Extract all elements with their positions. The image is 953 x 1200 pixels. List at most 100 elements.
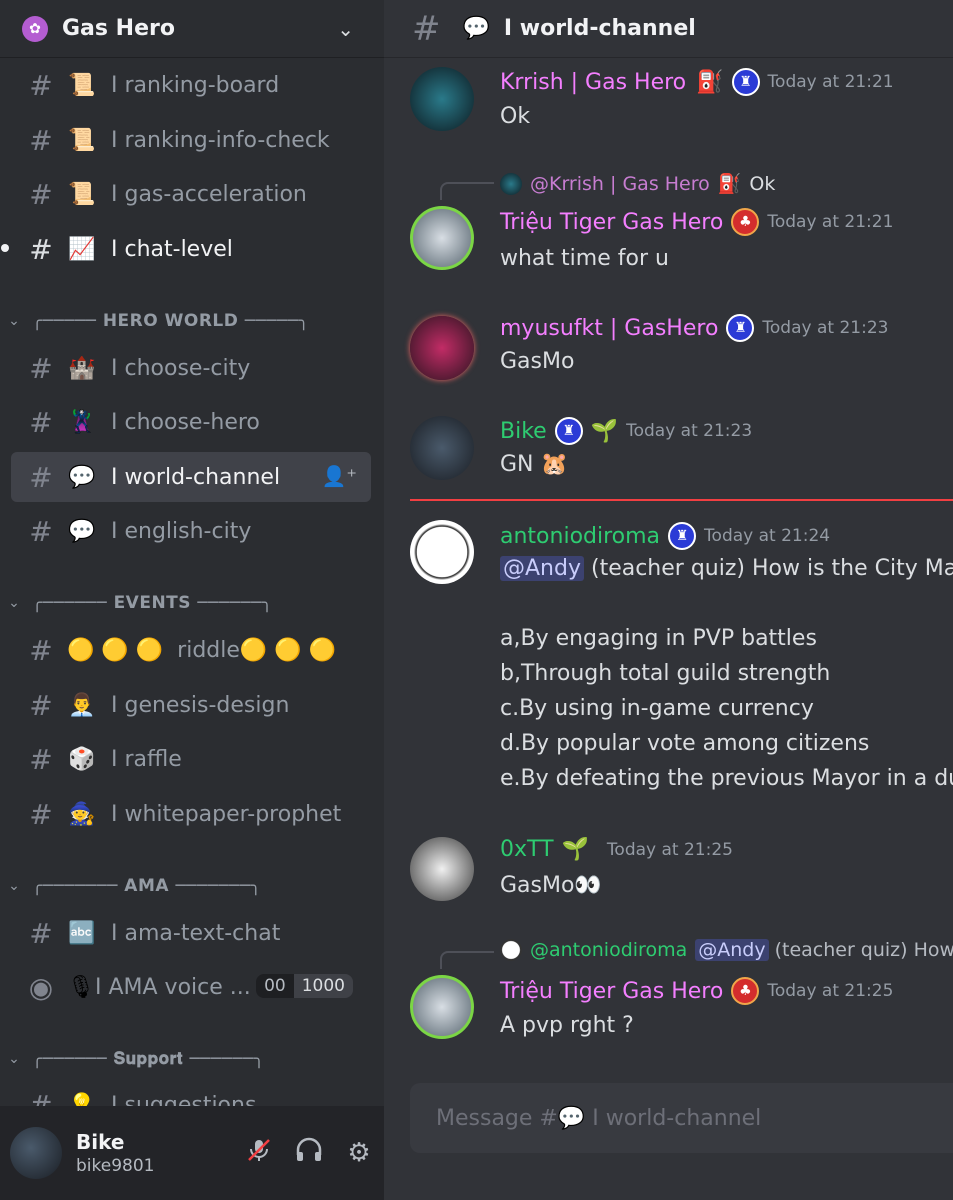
message-author[interactable]: 0xTT — [500, 837, 554, 862]
text-channel-icon: # — [29, 1088, 53, 1107]
reply-preview[interactable]: @antoniodiroma @Andy (teacher quiz) How … — [500, 939, 953, 961]
text-channel-icon: # — [29, 123, 53, 157]
voice-count: 00 — [256, 974, 294, 998]
channel-suggestions[interactable]: # 💡 I suggestions — [11, 1080, 371, 1107]
channel-world-channel[interactable]: # 💬 I world-channel 👤⁺ — [11, 452, 371, 502]
channel-choose-hero[interactable]: # 🦹 I choose-hero — [11, 397, 371, 447]
channel-emoji: 🦹 — [68, 409, 96, 435]
discord-window: ✿ Gas Hero ⌄ # 📜 I ranking-board # 📜 I r… — [0, 0, 953, 1200]
voice-limit: 1000 — [293, 974, 353, 998]
quiz-option: e.By defeating the previous Mayor in a d… — [500, 766, 953, 791]
text-channel-icon: # — [29, 232, 53, 266]
category-events[interactable]: ⌄ ╭────── EVENTS ──────╮ — [0, 589, 384, 617]
message[interactable]: @Krrish | Gas Hero ⛽ Ok Triệu Tiger Gas … — [384, 166, 953, 276]
text-channel-icon: # — [29, 688, 53, 722]
reply-text: Ok — [749, 172, 776, 195]
channel-emoji: 📜 — [68, 127, 96, 153]
message-author[interactable]: Triệu Tiger Gas Hero — [500, 210, 723, 235]
message-list: Krrish | Gas Hero ⛽ ♜ Today at 21:21 Ok … — [384, 58, 953, 1078]
avatar[interactable] — [10, 1127, 62, 1179]
message[interactable]: Krrish | Gas Hero ⛽ ♜ Today at 21:21 Ok — [384, 58, 953, 148]
channel-choose-city[interactable]: # 🏰 I choose-city — [11, 343, 371, 393]
channel-english-city[interactable]: # 💬 I english-city — [11, 506, 371, 556]
message-input[interactable]: Message #💬 I world-channel — [410, 1083, 953, 1153]
author-emoji: 🌱 — [561, 837, 589, 862]
quiz-option: b,Through total guild strength — [500, 661, 831, 686]
message-header: antoniodiroma ♜ Today at 21:24 — [500, 522, 830, 550]
channel-name: I genesis-design — [111, 692, 290, 718]
user-info[interactable]: Bike bike9801 — [76, 1130, 234, 1176]
voice-user-count: 00 1000 — [256, 974, 353, 998]
message-text: GN 🐹 — [500, 452, 568, 477]
text-channel-icon: # — [29, 405, 53, 439]
message[interactable]: @antoniodiroma @Andy (teacher quiz) How … — [384, 935, 953, 1045]
category-name: ╭───── HERO WORLD ─────╮ — [32, 311, 310, 331]
channel-emoji: 💬 — [68, 464, 96, 490]
channel-whitepaper-prophet[interactable]: # 🧙 I whitepaper-prophet — [11, 789, 371, 839]
message-author[interactable]: antoniodiroma — [500, 524, 660, 549]
channel-ranking-info-check[interactable]: # 📜 I ranking-info-check — [11, 115, 371, 165]
message[interactable]: 0xTT 🌱 Today at 21:25 GasMo👀 — [384, 833, 953, 913]
channel-genesis-design[interactable]: # 👨‍💼 I genesis-design — [11, 680, 371, 730]
category-hero-world[interactable]: ⌄ ╭───── HERO WORLD ─────╮ — [0, 307, 384, 335]
reply-connector — [440, 182, 494, 200]
message[interactable]: antoniodiroma ♜ Today at 21:24 @Andy (te… — [384, 518, 953, 808]
message-timestamp: Today at 21:25 — [606, 839, 733, 860]
channel-emoji: 📈 — [68, 236, 96, 262]
add-member-icon[interactable]: 👤⁺ — [322, 464, 357, 488]
microphone-muted-icon[interactable] — [234, 1137, 284, 1170]
channel-riddle[interactable]: # 🟡 🟡 🟡 riddle🟡 🟡 🟡 — [11, 625, 371, 675]
avatar — [500, 172, 522, 195]
chevron-down-icon[interactable]: ⌄ — [337, 17, 354, 41]
gear-icon[interactable]: ⚙ — [334, 1138, 384, 1168]
message-timestamp: Today at 21:24 — [704, 526, 831, 546]
channel-emoji: 📜 — [68, 72, 96, 98]
message-author[interactable]: Bike — [500, 419, 547, 444]
role-badge-icon: ♜ — [554, 417, 583, 445]
avatar[interactable] — [410, 837, 474, 901]
channel-ama-voice[interactable]: ◉ 🎙 I AMA voice ... 00 1000 — [11, 962, 371, 1012]
reply-author: @Krrish | Gas Hero — [530, 172, 710, 195]
message-text: A pvp rght ? — [500, 1013, 634, 1038]
text-channel-icon: # — [412, 8, 441, 49]
message[interactable]: myusufkt | GasHero ♜ Today at 21:23 GasM… — [384, 308, 953, 388]
avatar[interactable] — [410, 520, 474, 584]
channel-ranking-board[interactable]: # 📜 I ranking-board — [11, 60, 371, 110]
channel-emoji: 🏰 — [68, 355, 96, 381]
avatar[interactable] — [410, 67, 474, 131]
category-support[interactable]: ⌄ ╭────── 𝐒𝐮𝐩𝐩𝐨𝐫𝐭 ──────╮ — [0, 1045, 384, 1073]
avatar[interactable] — [410, 416, 474, 480]
reply-preview[interactable]: @Krrish | Gas Hero ⛽ Ok — [500, 172, 775, 195]
text-channel-icon: # — [29, 177, 53, 211]
channel-name: riddle🟡 🟡 🟡 — [177, 637, 337, 663]
channel-emoji: 💬 — [462, 16, 490, 41]
message-author[interactable]: myusufkt | GasHero — [500, 316, 718, 341]
channel-gas-acceleration[interactable]: # 📜 I gas-acceleration — [11, 169, 371, 219]
message-timestamp: Today at 21:21 — [767, 72, 894, 92]
avatar[interactable] — [410, 206, 474, 270]
message-author[interactable]: Triệu Tiger Gas Hero — [500, 979, 723, 1004]
server-header[interactable]: ✿ Gas Hero ⌄ — [0, 0, 384, 58]
user-mention[interactable]: @Andy — [500, 556, 584, 581]
channel-name: I gas-acceleration — [111, 181, 307, 207]
chevron-down-icon: ⌄ — [8, 1051, 20, 1067]
message[interactable]: Bike ♜ 🌱 Today at 21:23 GN 🐹 — [384, 413, 953, 493]
channel-ama-text-chat[interactable]: # 🔤 I ama-text-chat — [11, 908, 371, 958]
chevron-down-icon: ⌄ — [8, 878, 20, 894]
unread-indicator — [1, 244, 9, 252]
category-ama[interactable]: ⌄ ╭─────── AMA ───────╮ — [0, 872, 384, 900]
avatar[interactable] — [410, 975, 474, 1039]
channel-raffle[interactable]: # 🎲 I raffle — [11, 734, 371, 784]
message-author[interactable]: Krrish | Gas Hero — [500, 70, 686, 95]
role-badge-icon: ♣ — [731, 977, 760, 1005]
avatar[interactable] — [410, 316, 474, 380]
channel-emoji: 🧙 — [68, 801, 96, 827]
user-name: Bike — [76, 1130, 125, 1154]
headphones-icon[interactable] — [284, 1137, 334, 1170]
channel-chat-level[interactable]: # 📈 I chat-level — [1, 224, 371, 274]
message-header: Triệu Tiger Gas Hero ♣ Today at 21:21 — [500, 208, 893, 236]
user-panel: Bike bike9801 ⚙ — [0, 1106, 384, 1200]
text-channel-icon: # — [29, 351, 53, 385]
category-name: ╭─────── AMA ───────╮ — [32, 876, 262, 896]
message-timestamp: Today at 21:23 — [626, 421, 753, 441]
